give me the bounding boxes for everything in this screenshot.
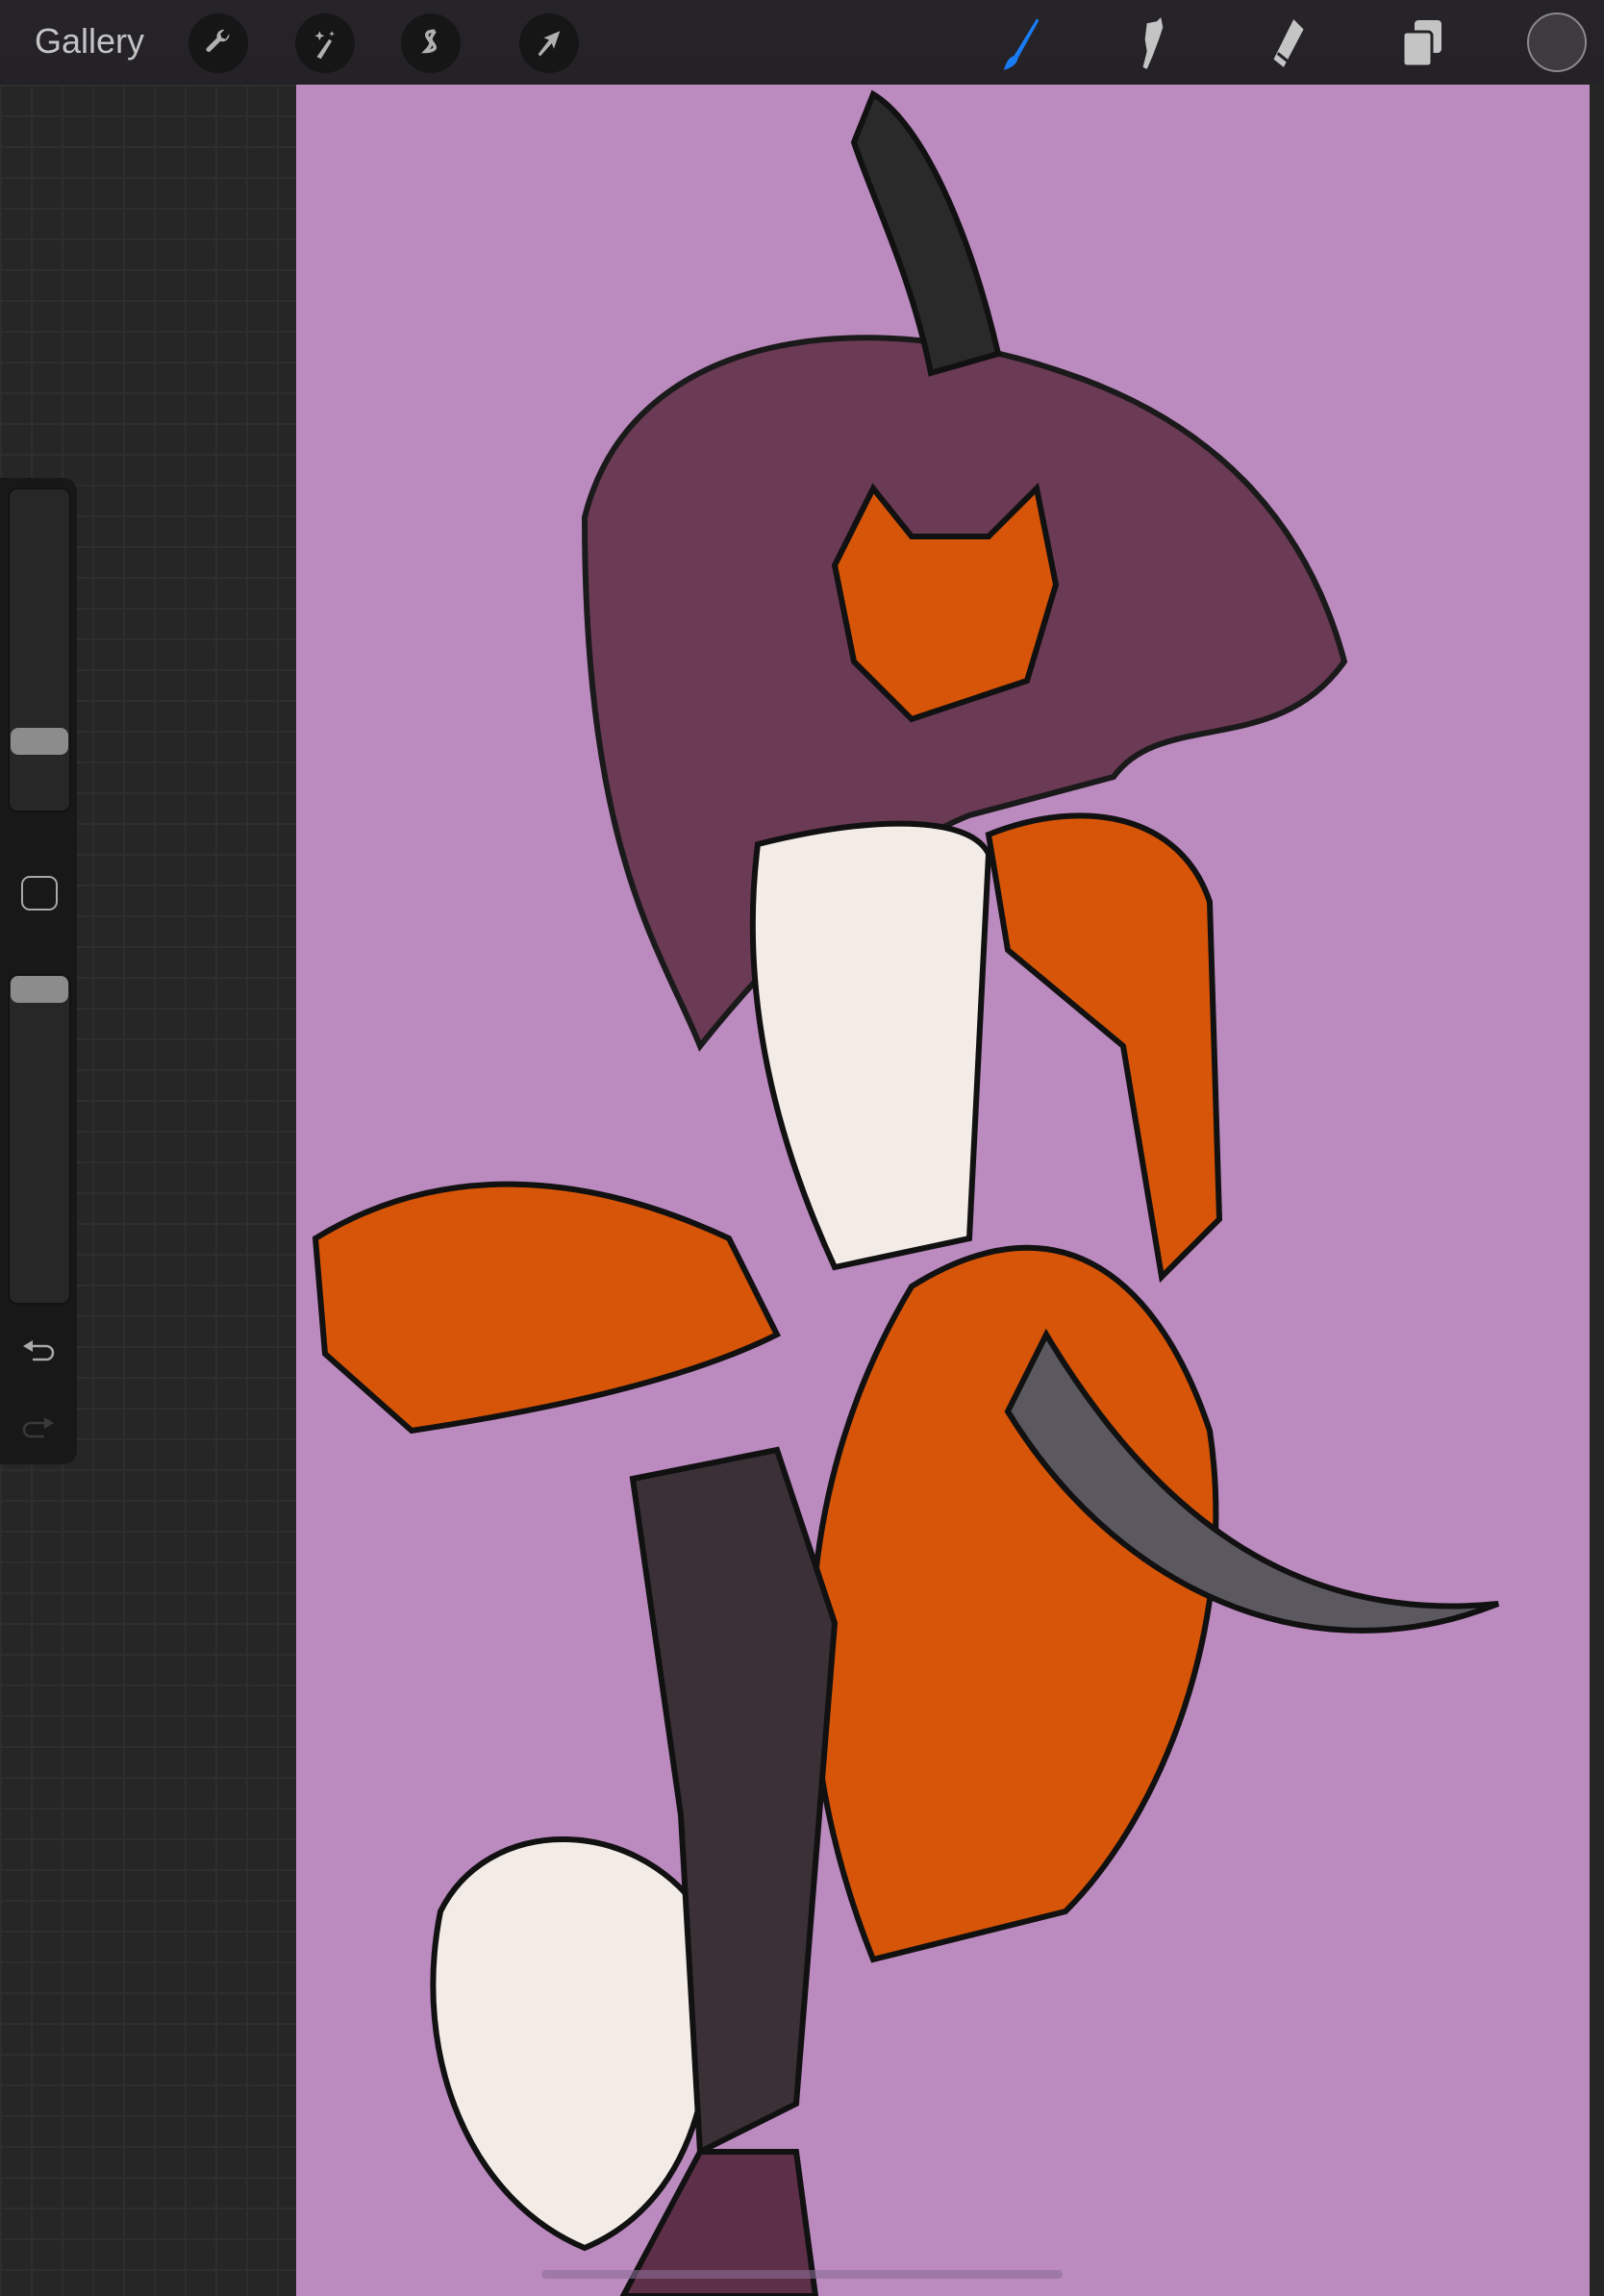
layers-icon [1401, 20, 1441, 68]
brush-icon [1003, 18, 1040, 70]
top-toolbar: Gallery [0, 0, 1604, 85]
opacity-slider[interactable] [8, 974, 71, 1305]
canvas-margin [1590, 85, 1604, 2296]
actions-button[interactable] [188, 13, 248, 73]
undo-icon[interactable] [21, 1338, 56, 1365]
transform-arrow-icon [538, 31, 561, 57]
sidebar-panel [0, 478, 77, 1464]
selection-icon [421, 29, 438, 54]
selection-button[interactable] [401, 13, 461, 73]
wrench-icon [206, 29, 230, 52]
artwork-illustration [312, 89, 1500, 2296]
smudge-tool-button[interactable] [1125, 13, 1185, 73]
redo-icon[interactable] [21, 1415, 56, 1442]
magic-wand-icon [314, 31, 335, 60]
drawing-canvas[interactable] [296, 85, 1590, 2296]
smudge-icon [1142, 17, 1164, 69]
modify-square-icon[interactable] [21, 876, 58, 911]
brush-tool-button[interactable] [990, 13, 1050, 73]
brush-size-thumb[interactable] [11, 727, 68, 755]
gallery-button[interactable]: Gallery [35, 21, 144, 62]
adjustments-button[interactable] [295, 13, 355, 73]
color-picker-button[interactable] [1527, 12, 1587, 72]
transform-button[interactable] [519, 13, 579, 73]
eraser-tool-button[interactable] [1258, 13, 1317, 73]
layers-button[interactable] [1392, 13, 1452, 73]
eraser-icon [1273, 19, 1304, 67]
brush-size-slider[interactable] [8, 487, 71, 812]
opacity-thumb[interactable] [11, 976, 68, 1003]
home-indicator[interactable] [541, 2270, 1063, 2279]
